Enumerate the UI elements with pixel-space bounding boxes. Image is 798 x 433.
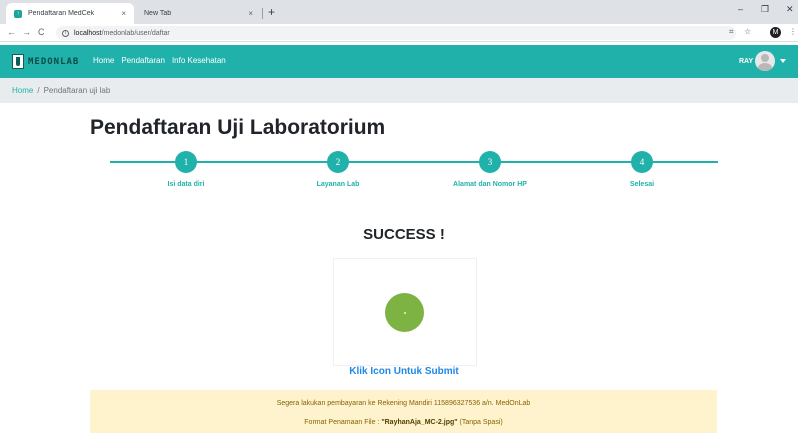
url-path: /medonlab/user/daftar [101,29,170,37]
file-format-name: "RayhanAja_MC-2.jpg" [381,419,458,426]
file-format-prefix: Format Penamaan File : [304,419,382,426]
breadcrumb: Home / Pendaftaran uji lab [0,78,798,103]
url-input[interactable]: i localhost/medonlab/user/daftar [56,26,736,40]
payment-alert: Segera lakukan pembayaran ke Rekening Ma… [90,390,717,433]
close-window-icon[interactable]: ✕ [786,4,794,15]
page-title: Pendaftaran Uji Laboratorium [90,116,386,139]
brand-name: MEDONLAB [28,56,80,67]
bookmark-star-icon[interactable]: ☆ [744,27,751,36]
step-1-circle: 1 [175,151,197,173]
file-format-note: Format Penamaan File : "RayhanAja_MC-2.j… [90,419,717,426]
tab-title: New Tab [144,10,172,17]
breadcrumb-home-link[interactable]: Home [12,86,33,95]
step-4-label: Selesai [629,181,655,188]
step-3-circle: 3 [479,151,501,173]
new-tab-button[interactable]: + [268,5,275,19]
nav-links: Home Pendaftaran Info Kesehatan [93,56,226,65]
browser-profile-avatar[interactable]: M [770,27,781,38]
translate-icon[interactable]: ⌗ [729,27,734,37]
maximize-icon[interactable]: ❐ [761,4,769,15]
step-1-label: Isi data diri [167,181,205,188]
breadcrumb-current: Pendaftaran uji lab [43,86,111,95]
url-host: localhost [74,29,102,37]
favicon-icon: ↑ [14,9,22,18]
site-navbar: MEDONLAB Home Pendaftaran Info Kesehatan… [0,45,798,78]
tab-new-tab[interactable]: New Tab × [136,3,261,24]
test-tube-icon [12,54,24,69]
browser-tab-bar: ↑ Pendaftaran MedCek × New Tab × + – ❐ ✕ [0,0,798,24]
stepper-progress-line [110,161,718,163]
payment-instruction: Segera lakukan pembayaran ke Rekening Ma… [276,400,531,407]
submit-icon-dot [403,311,406,314]
tab-divider [262,8,263,19]
breadcrumb-separator: / [37,86,40,95]
nav-link-home[interactable]: Home [93,56,114,65]
step-2-label: Layanan Lab [316,181,360,188]
file-format-suffix: (Tanpa Spasi) [457,419,503,426]
tab-title: Pendaftaran MedCek [28,10,95,17]
step-4-circle: 4 [631,151,653,173]
nav-link-info-kesehatan[interactable]: Info Kesehatan [172,56,226,65]
address-bar-row: ← → C i localhost/medonlab/user/daftar ⌗… [0,24,798,42]
step-2-circle: 2 [327,151,349,173]
tab-pendaftaran-medcek[interactable]: ↑ Pendaftaran MedCek × [6,3,134,24]
nav-link-pendaftaran[interactable]: Pendaftaran [121,56,165,65]
brand-logo-link[interactable]: MEDONLAB [12,54,79,69]
minimize-icon[interactable]: – [738,4,743,14]
success-heading: SUCCESS ! [363,226,445,243]
forward-icon[interactable]: → [22,27,31,37]
submit-icon[interactable] [385,293,424,332]
chevron-down-icon[interactable] [780,59,786,63]
reload-icon[interactable]: C [38,27,45,37]
tab-close-icon[interactable]: × [121,9,126,18]
back-icon[interactable]: ← [7,27,16,37]
user-avatar[interactable] [755,51,775,71]
submit-link[interactable]: Klik Icon Untuk Submit [0,366,798,377]
site-info-icon[interactable]: i [62,29,69,37]
browser-menu-icon[interactable]: ⋮ [789,27,797,36]
user-name[interactable]: RAY [739,58,753,65]
step-3-label: Alamat dan Nomor HP [453,181,527,188]
tab-close-icon[interactable]: × [248,9,253,18]
